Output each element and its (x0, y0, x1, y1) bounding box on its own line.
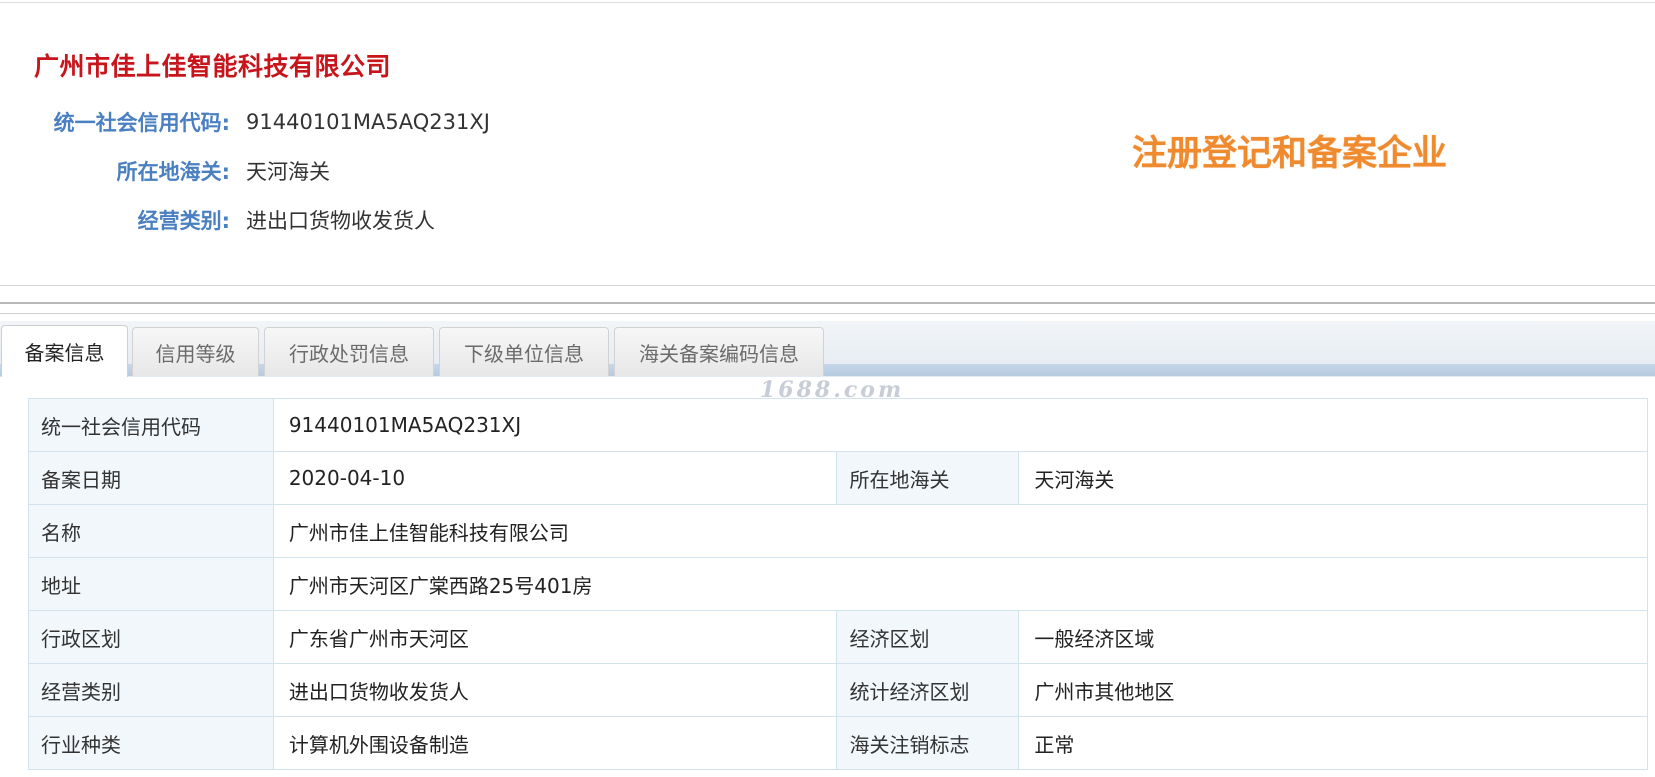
table-row: 备案日期 2020-04-10 所在地海关 天河海关 (28, 451, 1648, 505)
field-label: 经济区划 (836, 610, 1020, 664)
header-field-value: 91440101MA5AQ231XJ (246, 110, 490, 134)
field-label: 地址 (28, 557, 274, 611)
table-row: 统一社会信用代码 91440101MA5AQ231XJ (28, 398, 1649, 452)
header-field-credit-code: 统一社会信用代码: 91440101MA5AQ231XJ (0, 105, 490, 139)
tab-record-info[interactable]: 备案信息 (1, 325, 128, 377)
field-value: 广州市天河区广棠西路25号401房 (272, 557, 1649, 611)
field-value: 计算机外围设备制造 (272, 716, 838, 770)
tab-subordinate-units[interactable]: 下级单位信息 (439, 327, 609, 376)
tab-customs-record-codes[interactable]: 海关备案编码信息 (614, 327, 824, 376)
table-row: 名称 广州市佳上佳智能科技有限公司 (28, 504, 1649, 558)
field-label: 经营类别 (28, 663, 274, 717)
header-field-label: 所在地海关: (116, 160, 230, 184)
table-row: 行政区划 广东省广州市天河区 经济区划 一般经济区域 (28, 610, 1648, 664)
tab-administrative-penalty[interactable]: 行政处罚信息 (264, 327, 434, 376)
field-label: 统一社会信用代码 (28, 398, 274, 452)
field-value: 91440101MA5AQ231XJ (272, 398, 1649, 452)
section-divider (0, 285, 1655, 286)
field-label: 行业种类 (28, 716, 274, 770)
header-field-value: 进出口货物收发货人 (246, 209, 435, 233)
field-value: 广东省广州市天河区 (272, 610, 838, 664)
field-value: 广州市佳上佳智能科技有限公司 (272, 504, 1649, 558)
field-value: 天河海关 (1018, 451, 1648, 505)
section-divider (0, 313, 1655, 314)
table-row: 经营类别 进出口货物收发货人 统计经济区划 广州市其他地区 (28, 663, 1648, 717)
field-value: 2020-04-10 (272, 451, 838, 505)
field-value: 广州市其他地区 (1018, 663, 1648, 717)
tab-credit-rating[interactable]: 信用等级 (132, 327, 259, 376)
field-label: 备案日期 (28, 451, 274, 505)
registration-status-stamp: 注册登记和备案企业 (1132, 134, 1448, 174)
field-label: 名称 (28, 504, 274, 558)
company-name: 广州市佳上佳智能科技有限公司 (34, 52, 392, 81)
header-field-label: 经营类别: (137, 209, 230, 233)
field-value: 进出口货物收发货人 (272, 663, 838, 717)
field-label: 行政区划 (28, 610, 274, 664)
field-label: 海关注销标志 (836, 716, 1020, 770)
field-label: 统计经济区划 (836, 663, 1020, 717)
table-row: 行业种类 计算机外围设备制造 海关注销标志 正常 (28, 716, 1648, 770)
company-header: 广州市佳上佳智能科技有限公司 统一社会信用代码: 91440101MA5AQ23… (0, 3, 1655, 286)
header-field-label: 统一社会信用代码: (53, 111, 230, 135)
field-value: 一般经济区域 (1018, 610, 1648, 664)
field-value: 正常 (1018, 716, 1648, 770)
header-field-customs: 所在地海关: 天河海关 (0, 154, 330, 188)
header-field-value: 天河海关 (246, 160, 330, 184)
record-info-table: 统一社会信用代码 91440101MA5AQ231XJ 备案日期 2020-04… (28, 398, 1649, 770)
field-label: 所在地海关 (836, 451, 1020, 505)
table-row: 地址 广州市天河区广棠西路25号401房 (28, 557, 1649, 611)
header-field-business-type: 经营类别: 进出口货物收发货人 (0, 203, 435, 237)
section-divider (0, 302, 1655, 304)
